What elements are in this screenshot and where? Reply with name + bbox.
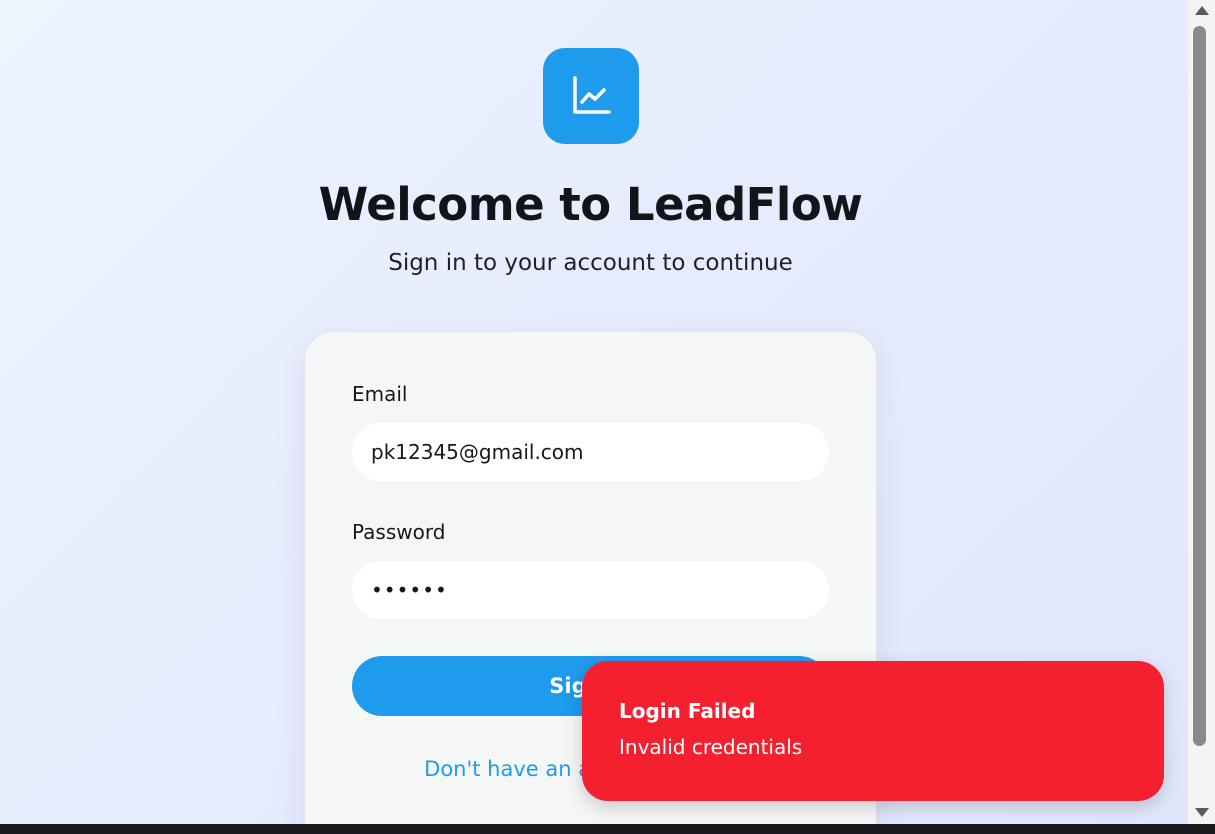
page-title: Welcome to LeadFlow [318,178,863,231]
page-viewport: Welcome to LeadFlow Sign in to your acco… [0,0,1188,824]
scroll-up-arrow-icon[interactable] [1195,6,1209,15]
toast-message: Invalid credentials [619,735,803,759]
logo [543,48,639,144]
line-chart-icon [573,76,611,114]
email-label: Email [352,382,408,406]
vertical-scrollbar[interactable] [1188,0,1215,824]
error-toast[interactable]: Login Failed Invalid credentials [582,661,1164,801]
page-subtitle: Sign in to your account to continue [388,250,793,276]
email-field[interactable]: pk12345@gmail.com [352,423,829,481]
toast-title: Login Failed [619,699,756,723]
scrollbar-thumb[interactable] [1193,26,1206,746]
password-label: Password [352,520,446,544]
scroll-down-arrow-icon[interactable] [1195,808,1209,817]
window-bottom-edge [0,824,1215,834]
password-field[interactable]: •••••• [352,561,829,619]
